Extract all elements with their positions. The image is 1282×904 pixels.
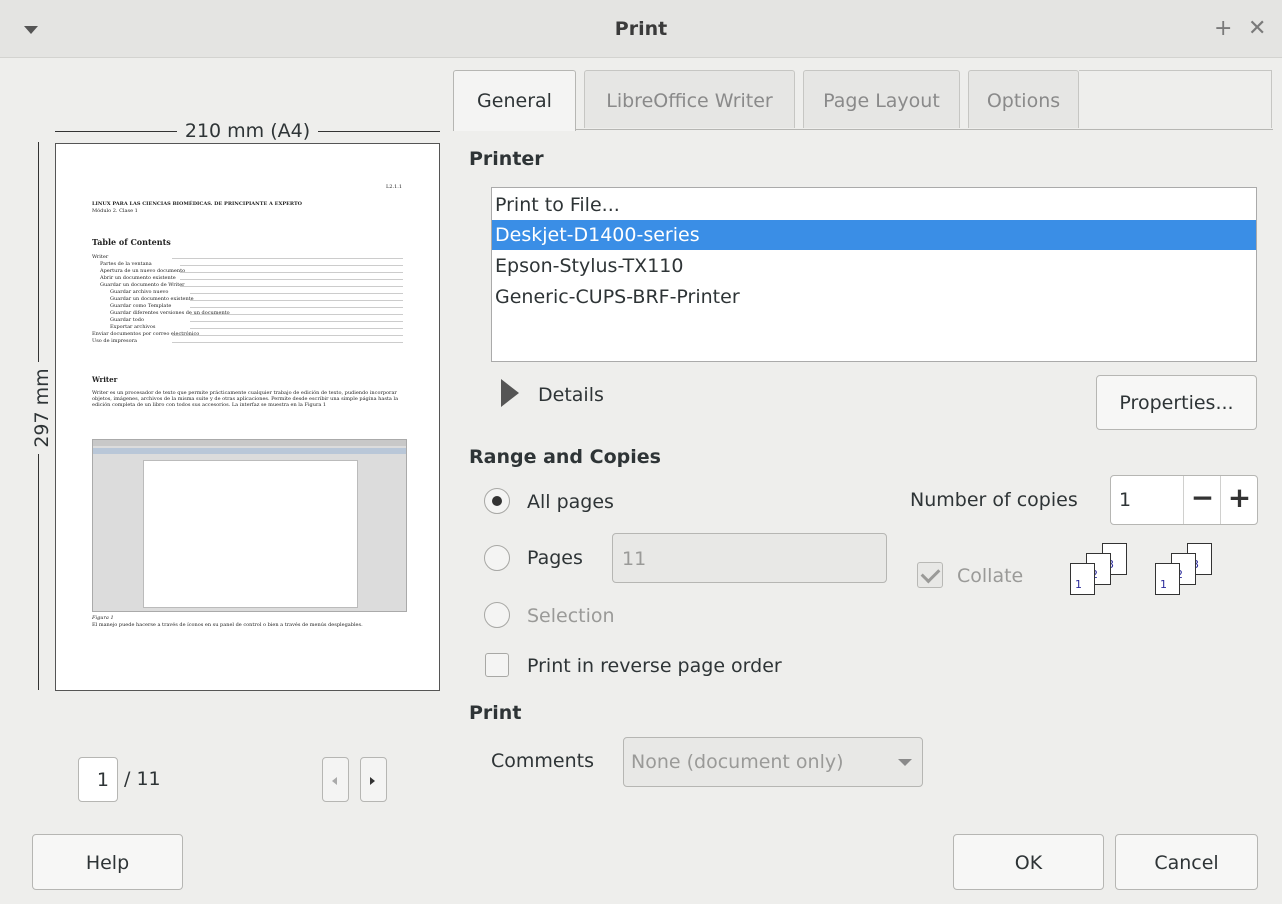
printer-section-title: Printer (469, 148, 544, 170)
preview-toc-leader (190, 307, 403, 308)
preview-toc-leader (190, 293, 403, 294)
printer-item-epson[interactable]: Epson-Stylus-TX110 (492, 251, 1256, 281)
preview-toc-leader (190, 328, 403, 329)
comments-label: Comments (491, 750, 594, 772)
pages-input[interactable]: 11 (612, 533, 887, 583)
comments-value: None (document only) (631, 751, 844, 773)
preview-toc-entry: Guardar archivo nuevo (110, 289, 169, 295)
preview-toc-leader (172, 258, 403, 259)
preview-paragraph-2: El manejo puede hacerse a través de ícon… (92, 622, 363, 628)
page-height-dimension: 297 mm (28, 142, 53, 690)
printer-list[interactable]: Print to File... Deskjet-D1400-series Ep… (491, 187, 1257, 362)
preview-heading: LINUX PARA LAS CIENCIAS BIOMÉDICAS. DE P… (92, 201, 303, 207)
preview-toc-leader (180, 286, 403, 287)
tab-general[interactable]: General (453, 70, 576, 131)
tab-options[interactable]: Options (968, 70, 1079, 128)
preview-toc-leader (190, 300, 403, 301)
triangle-right-icon (370, 777, 375, 785)
cancel-button[interactable]: Cancel (1115, 834, 1258, 890)
preview-section-title: Writer (92, 375, 118, 384)
collated-pages-icon: 3 2 1 (1070, 543, 1140, 598)
selection-label: Selection (527, 605, 615, 627)
page-width-label: 210 mm (A4) (176, 120, 319, 142)
preview-figure (92, 439, 407, 612)
all-pages-radio[interactable] (484, 488, 510, 514)
window-title: Print (614, 18, 668, 40)
range-section-title: Range and Copies (469, 446, 661, 468)
preview-toc-title: Table of Contents (92, 237, 171, 247)
preview-toc-leader (180, 265, 403, 266)
printer-item-print-to-file[interactable]: Print to File... (492, 190, 1256, 220)
preview-page-input[interactable]: 1 (78, 757, 118, 802)
reverse-order-checkbox[interactable] (485, 653, 509, 677)
triangle-left-icon (332, 777, 337, 785)
expand-triangle-icon[interactable] (501, 379, 519, 407)
preview-toc-entry: Guardar un documento de Writer (100, 282, 185, 288)
preview-toc-leader (180, 272, 403, 273)
preview-toc-leader (190, 321, 403, 322)
details-expander[interactable]: Details (538, 384, 604, 406)
previous-page-button[interactable] (322, 757, 349, 802)
maximize-icon[interactable]: + (1214, 16, 1232, 41)
increase-copies-button[interactable]: + (1220, 476, 1258, 524)
preview-toc-entry: Guardar como Template (110, 303, 172, 309)
collate-label: Collate (957, 565, 1024, 587)
help-button[interactable]: Help (32, 834, 183, 890)
preview-toc-leader (180, 279, 403, 280)
title-bar: Print + ✕ (0, 0, 1282, 58)
preview-subtitle: Módulo 2. Clase 1 (92, 208, 138, 214)
page-width-dimension: 210 mm (A4) (55, 120, 440, 142)
preview-toc-leader (172, 342, 403, 343)
preview-toc-entry: Exportar archivos (110, 324, 156, 330)
print-preview-page: L2.1.1 LINUX PARA LAS CIENCIAS BIOMÉDICA… (55, 143, 440, 691)
preview-figure-caption: Figura 1 (92, 615, 114, 621)
preview-toc-entry: Abrir un documento existente (100, 275, 176, 281)
preview-toc-entry: Apertura de un nuevo documento (100, 268, 186, 274)
preview-toc-entry: Guardar diferentes versiones de un docum… (110, 310, 230, 316)
comments-dropdown[interactable]: None (document only) (623, 737, 923, 787)
next-page-button[interactable] (360, 757, 387, 802)
preview-toc-leader (190, 314, 403, 315)
copies-spinner: 1 − + (1110, 475, 1258, 525)
print-section-title: Print (469, 702, 522, 724)
dropdown-arrow-icon (898, 759, 912, 766)
copies-label: Number of copies (910, 489, 1078, 511)
preview-header: L2.1.1 (386, 184, 403, 190)
preview-toc-leader (172, 335, 403, 336)
selection-radio[interactable] (484, 602, 510, 628)
preview-paragraph: Writer es un procesador de texto que per… (92, 390, 399, 408)
close-icon[interactable]: ✕ (1248, 16, 1266, 41)
preview-page-total: / 11 (124, 768, 161, 790)
preview-toc-entry: Writer (92, 254, 109, 260)
printer-item-generic-cups[interactable]: Generic-CUPS-BRF-Printer (492, 282, 1256, 312)
decrease-copies-button[interactable]: − (1183, 476, 1221, 524)
page-height-label: 297 mm (31, 362, 53, 454)
printer-item-deskjet[interactable]: Deskjet-D1400-series (492, 220, 1256, 250)
copies-input[interactable]: 1 (1119, 489, 1131, 511)
tab-libreoffice-writer[interactable]: LibreOffice Writer (584, 70, 795, 128)
preview-toc-entry: Enviar documentos por correo electrónico (92, 331, 200, 337)
tab-page-layout[interactable]: Page Layout (803, 70, 960, 128)
pages-radio[interactable] (484, 545, 510, 571)
reverse-order-label: Print in reverse page order (527, 655, 782, 677)
uncollated-pages-icon: 3 2 1 (1155, 543, 1225, 598)
preview-toc-entry: Uso de impresora (92, 338, 137, 344)
preview-toc-entry: Partes de la ventana (100, 261, 152, 267)
preview-toc-entry: Guardar un documento existente (110, 296, 194, 302)
properties-button[interactable]: Properties... (1096, 375, 1257, 430)
tab-bar: General LibreOffice Writer Page Layout O… (453, 68, 1273, 131)
ok-button[interactable]: OK (953, 834, 1104, 890)
collate-checkbox[interactable] (917, 562, 943, 588)
preview-toc-entry: Guardar todo (110, 317, 144, 323)
pages-label: Pages (527, 547, 583, 569)
all-pages-label: All pages (527, 491, 614, 513)
